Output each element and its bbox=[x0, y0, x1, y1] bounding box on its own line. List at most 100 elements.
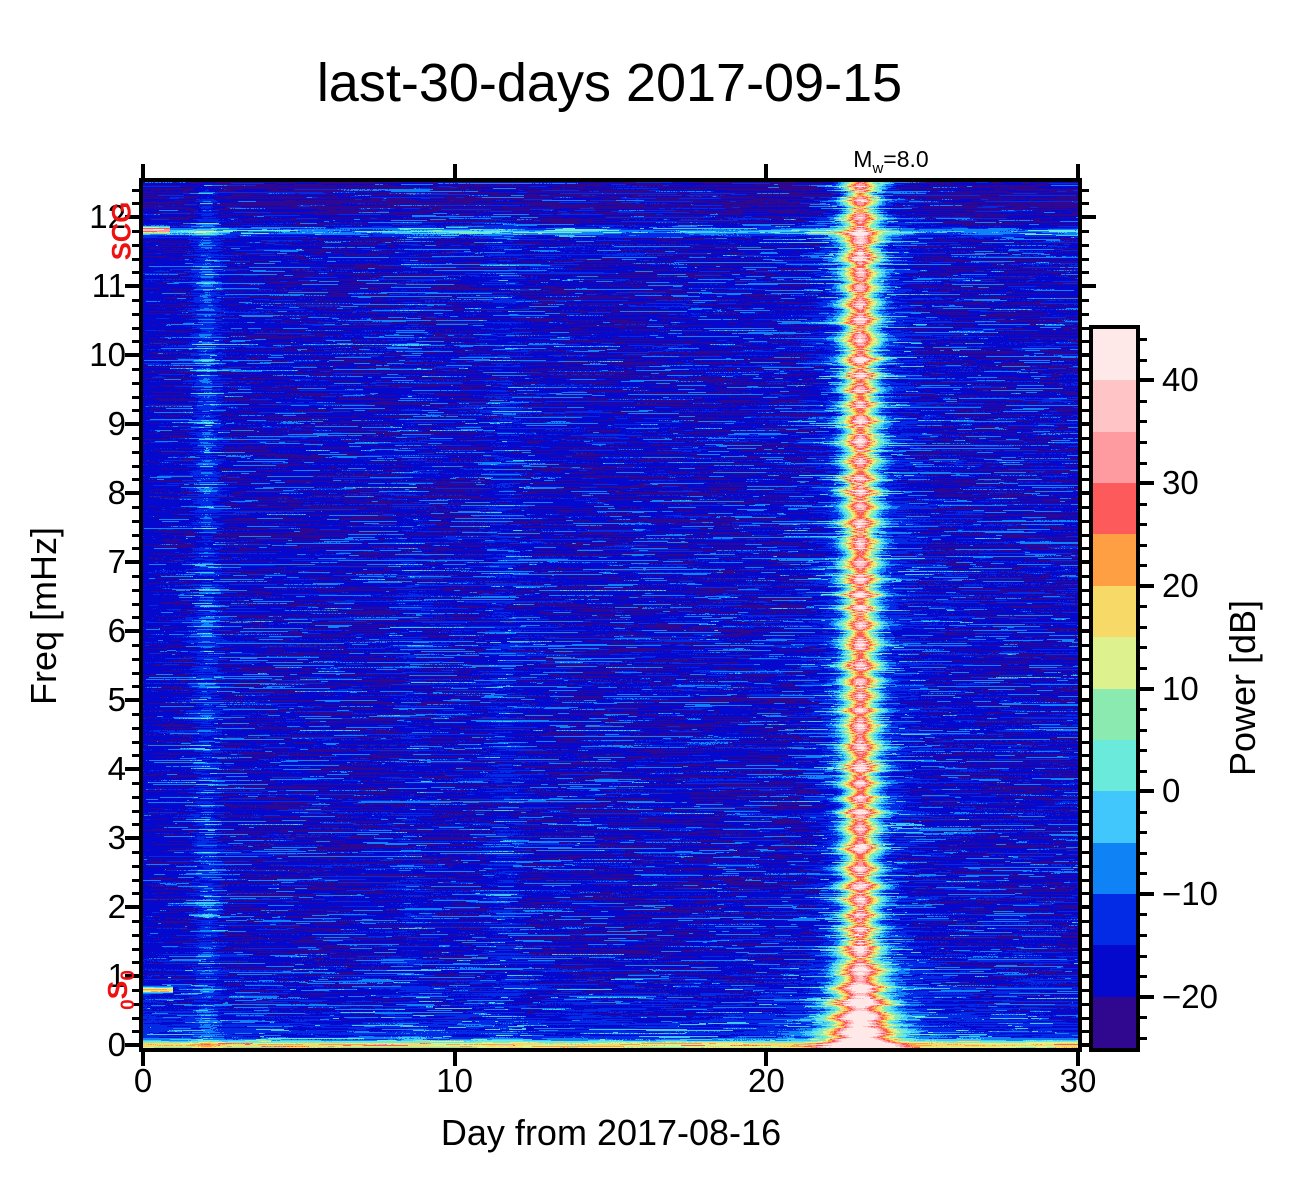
y-axis-minor-tick bbox=[132, 326, 139, 330]
y-axis-right-minor-tick bbox=[1082, 795, 1089, 799]
colorbar-tick-label: 40 bbox=[1162, 361, 1199, 399]
y-axis-right-minor-tick bbox=[1082, 326, 1089, 330]
y-axis-minor-tick bbox=[132, 367, 139, 371]
colorbar-minor-tick bbox=[1140, 1016, 1147, 1020]
y-axis-tick-label: 4 bbox=[107, 750, 126, 788]
0s0-letter: S bbox=[102, 980, 133, 1000]
x-axis-tick-label: 0 bbox=[133, 1062, 153, 1099]
y-axis-minor-tick bbox=[132, 740, 139, 744]
y-axis-right-minor-tick bbox=[1082, 257, 1089, 261]
y-axis-minor-tick bbox=[132, 657, 139, 661]
y-axis-minor-tick bbox=[132, 409, 139, 413]
y-axis-right-minor-tick bbox=[1082, 188, 1089, 192]
y-axis-minor-tick bbox=[132, 616, 139, 620]
colorbar-minor-tick bbox=[1140, 358, 1147, 362]
y-axis-right-minor-tick bbox=[1082, 933, 1089, 937]
y-axis-tick bbox=[125, 836, 139, 841]
y-axis-right-tick bbox=[1082, 215, 1096, 220]
y-axis-minor-tick bbox=[132, 1016, 139, 1020]
colorbar-minor-tick bbox=[1140, 420, 1147, 424]
y-axis-tick-label: 2 bbox=[107, 888, 126, 926]
y-axis-right-minor-tick bbox=[1082, 533, 1089, 537]
y-axis-minor-tick bbox=[132, 726, 139, 730]
y-axis-minor-tick bbox=[132, 712, 139, 716]
y-axis-minor-tick bbox=[132, 850, 139, 854]
y-axis-right-minor-tick bbox=[1082, 395, 1089, 399]
colorbar-band bbox=[1093, 483, 1136, 535]
colorbar-minor-tick bbox=[1140, 749, 1147, 753]
y-axis-minor-tick bbox=[132, 823, 139, 827]
y-axis-right-minor-tick bbox=[1082, 878, 1089, 882]
colorbar-minor-tick bbox=[1140, 523, 1147, 527]
y-axis-right-minor-tick bbox=[1082, 202, 1089, 206]
colorbar-minor-tick bbox=[1140, 543, 1147, 547]
colorbar-tick-label: 10 bbox=[1162, 669, 1199, 707]
y-axis-label: Freq [mHz] bbox=[23, 526, 64, 706]
colorbar-minor-tick bbox=[1140, 666, 1147, 670]
y-axis-right-minor-tick bbox=[1082, 602, 1089, 606]
y-axis-minor-tick bbox=[132, 878, 139, 882]
x-axis-tick-label: 20 bbox=[747, 1062, 785, 1099]
colorbar-band bbox=[1093, 996, 1136, 1049]
y-axis-tick bbox=[125, 353, 139, 358]
figure-title: last-30-days 2017-09-15 bbox=[316, 53, 903, 113]
colorbar-tick-label: −20 bbox=[1162, 977, 1218, 1015]
y-axis-right-minor-tick bbox=[1082, 409, 1089, 413]
x-axis-tick-label: 10 bbox=[436, 1062, 474, 1099]
colorbar-minor-tick bbox=[1140, 769, 1147, 773]
y-axis-tick bbox=[125, 284, 139, 289]
colorbar-minor-tick bbox=[1140, 831, 1147, 835]
y-axis-minor-tick bbox=[132, 864, 139, 868]
y-axis-right-minor-tick bbox=[1082, 436, 1089, 440]
y-axis-right-minor-tick bbox=[1082, 519, 1089, 523]
colorbar-band bbox=[1093, 945, 1136, 997]
y-axis-right-minor-tick bbox=[1082, 685, 1089, 689]
colorbar-band bbox=[1093, 791, 1136, 843]
colorbar-minor-tick bbox=[1140, 708, 1147, 712]
y-axis-tick bbox=[125, 1043, 139, 1048]
y-axis-tick-label: 3 bbox=[107, 819, 126, 857]
colorbar-tick bbox=[1140, 789, 1154, 794]
colorbar-tick bbox=[1140, 481, 1154, 486]
y-axis-right-minor-tick bbox=[1082, 312, 1089, 316]
colorbar-minor-tick bbox=[1140, 975, 1147, 979]
0s0-pre-subscript: 0 bbox=[118, 999, 139, 1010]
colorbar-minor-tick bbox=[1140, 810, 1147, 814]
colorbar-minor-tick bbox=[1140, 851, 1147, 855]
y-axis-minor-tick bbox=[132, 464, 139, 468]
colorbar-minor-tick bbox=[1140, 625, 1147, 629]
colorbar-label: Power [dB] bbox=[1222, 599, 1263, 777]
y-axis-right-minor-tick bbox=[1082, 988, 1089, 992]
colorbar-tick bbox=[1140, 891, 1154, 896]
y-axis-minor-tick bbox=[132, 961, 139, 965]
y-axis-tick bbox=[125, 767, 139, 772]
colorbar-tick-label: −10 bbox=[1162, 874, 1218, 912]
y-axis-minor-tick bbox=[132, 1030, 139, 1034]
x-axis-top-tick bbox=[1076, 164, 1080, 178]
figure: last-30-days 2017-09-15 Mw=8.0 0 10 20 30 0 1… bbox=[0, 0, 1290, 1190]
x-axis-tick-label: 30 bbox=[1059, 1062, 1097, 1099]
y-axis-tick-label: 0 bbox=[107, 1026, 126, 1064]
colorbar-tick-label: 0 bbox=[1162, 772, 1181, 810]
y-axis-tick bbox=[125, 698, 139, 703]
y-axis-minor-tick bbox=[132, 312, 139, 316]
y-axis-tick bbox=[125, 629, 139, 634]
y-axis-right-minor-tick bbox=[1082, 864, 1089, 868]
y-axis-tick bbox=[125, 491, 139, 496]
colorbar-tick bbox=[1140, 994, 1154, 999]
y-axis-right-minor-tick bbox=[1082, 919, 1089, 923]
y-axis-tick bbox=[125, 560, 139, 565]
y-axis-tick-label: 9 bbox=[107, 405, 126, 443]
y-axis-minor-tick bbox=[132, 519, 139, 523]
magnitude-symbol: M bbox=[853, 146, 873, 172]
y-axis-minor-tick bbox=[132, 795, 139, 799]
colorbar-band bbox=[1093, 585, 1136, 638]
y-axis-right-minor-tick bbox=[1082, 712, 1089, 716]
colorbar-band bbox=[1093, 637, 1136, 689]
colorbar-tick bbox=[1140, 583, 1154, 588]
colorbar-minor-tick bbox=[1140, 605, 1147, 609]
y-axis-tick-label: 10 bbox=[89, 336, 126, 374]
y-axis-minor-tick bbox=[132, 574, 139, 578]
magnitude-value: =8.0 bbox=[883, 146, 929, 172]
colorbar-minor-tick bbox=[1140, 502, 1147, 506]
